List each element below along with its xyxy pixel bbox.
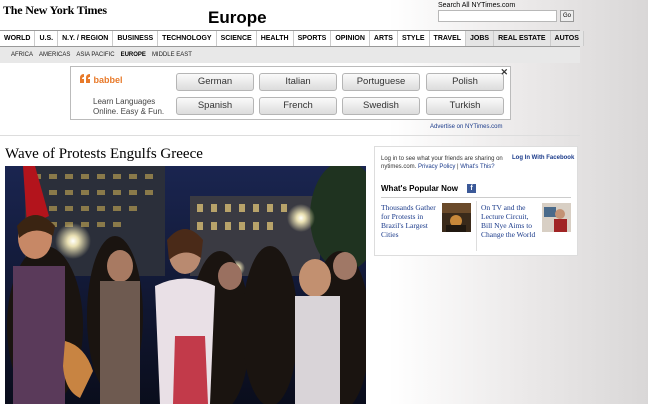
- whats-this-link[interactable]: What's This?: [460, 164, 494, 170]
- subnav-item-americas[interactable]: AMERICAS: [36, 47, 73, 63]
- language-button-turkish[interactable]: Turkish: [426, 97, 504, 115]
- privacy-policy-link[interactable]: Privacy Policy: [418, 164, 455, 170]
- subnav-item-asia-pacific[interactable]: ASIA PACIFIC: [73, 47, 117, 63]
- popular-item-2[interactable]: On TV and the Lecture Circuit, Bill Nye …: [481, 203, 541, 239]
- sub-nav: AFRICA AMERICAS ASIA PACIFIC EUROPE MIDD…: [0, 47, 580, 63]
- nav-item-travel[interactable]: TRAVEL: [430, 31, 467, 46]
- section-divider: [0, 135, 580, 136]
- facebook-icon: f: [467, 184, 476, 193]
- language-button-german[interactable]: German: [176, 73, 254, 91]
- facebook-login-link[interactable]: Log In With Facebook: [512, 155, 574, 161]
- nav-item-ny-region[interactable]: N.Y. / REGION: [58, 31, 114, 46]
- article-headline[interactable]: Wave of Protests Engulfs Greece: [5, 146, 203, 163]
- language-button-portuguese[interactable]: Portuguese: [342, 73, 420, 91]
- section-title: Europe: [208, 8, 267, 27]
- nav-item-business[interactable]: BUSINESS: [113, 31, 159, 46]
- article-photo[interactable]: [5, 166, 366, 404]
- nav-item-sports[interactable]: SPORTS: [294, 31, 332, 46]
- nav-item-world[interactable]: WORLD: [0, 31, 36, 46]
- ad-tagline: Learn Languages Online. Easy & Fun.: [93, 97, 165, 116]
- popular-divider: [381, 197, 571, 198]
- protest-photo-illustration: [5, 166, 366, 404]
- babbel-logo[interactable]: babbel: [79, 73, 123, 85]
- babbel-ad[interactable]: babbel Learn Languages Online. Easy & Fu…: [70, 66, 511, 120]
- nav-item-autos[interactable]: AUTOS: [550, 31, 584, 46]
- popular-title: What's Popular Now: [381, 184, 459, 193]
- language-button-spanish[interactable]: Spanish: [176, 97, 254, 115]
- subnav-item-europe[interactable]: EUROPE: [118, 47, 149, 63]
- babbel-logo-text: babbel: [93, 75, 123, 85]
- nav-item-style[interactable]: STYLE: [398, 31, 430, 46]
- nav-item-science[interactable]: SCIENCE: [217, 31, 257, 46]
- advertise-link[interactable]: Advertise on NYTimes.com: [430, 124, 502, 130]
- search-label: Search All NYTimes.com: [438, 2, 516, 9]
- nav-item-health[interactable]: HEALTH: [257, 31, 294, 46]
- popular-column-separator: [476, 201, 477, 251]
- sharing-sidebar: Log in to see what your friends are shar…: [374, 146, 578, 256]
- nav-item-jobs[interactable]: JOBS: [466, 31, 495, 46]
- popular-thumb-1-image: [442, 203, 471, 232]
- nav-item-arts[interactable]: ARTS: [370, 31, 398, 46]
- login-prompt: Log in to see what your friends are shar…: [381, 155, 511, 171]
- nav-item-opinion[interactable]: OPINION: [331, 31, 370, 46]
- language-button-italian[interactable]: Italian: [259, 73, 337, 91]
- subnav-item-middle-east[interactable]: MIDDLE EAST: [149, 47, 195, 63]
- language-button-swedish[interactable]: Swedish: [342, 97, 420, 115]
- search-go-button[interactable]: Go: [560, 10, 574, 22]
- popular-item-1-thumbnail[interactable]: [442, 203, 471, 232]
- search-input[interactable]: [438, 10, 557, 22]
- nav-item-real-estate[interactable]: REAL ESTATE: [494, 31, 551, 46]
- nyt-logo[interactable]: The New York Times: [3, 3, 107, 18]
- popular-thumb-2-image: [542, 203, 571, 232]
- language-button-polish[interactable]: Polish: [426, 73, 504, 91]
- popular-item-1[interactable]: Thousands Gather for Protests in Brazil'…: [381, 203, 439, 239]
- subnav-item-africa[interactable]: AFRICA: [8, 47, 36, 63]
- popular-item-2-thumbnail[interactable]: [542, 203, 571, 232]
- nav-item-us[interactable]: U.S.: [35, 31, 59, 46]
- main-nav: WORLD U.S. N.Y. / REGION BUSINESS TECHNO…: [0, 30, 584, 47]
- language-button-french[interactable]: French: [259, 97, 337, 115]
- ad-close-icon[interactable]: ✕: [500, 67, 508, 78]
- nav-item-technology[interactable]: TECHNOLOGY: [158, 31, 217, 46]
- page: The New York Times Europe Search All NYT…: [0, 0, 648, 404]
- babbel-logo-icon: [80, 74, 90, 83]
